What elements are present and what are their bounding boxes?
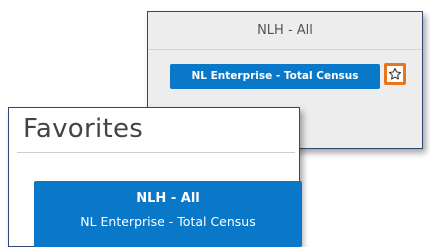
add-favorite-button[interactable]	[384, 63, 406, 85]
favorite-item[interactable]: NLH - All NL Enterprise - Total Census	[34, 181, 302, 247]
report-button[interactable]: NL Enterprise - Total Census	[170, 64, 380, 89]
report-group-header: NLH - All	[148, 12, 422, 50]
divider	[17, 152, 295, 153]
favorites-panel: Favorites NLH - All NL Enterprise - Tota…	[8, 107, 302, 247]
star-icon	[388, 67, 402, 80]
favorite-item-subtitle: NL Enterprise - Total Census	[80, 214, 256, 229]
favorite-item-title: NLH - All	[136, 191, 200, 206]
favorites-title: Favorites	[23, 114, 144, 144]
